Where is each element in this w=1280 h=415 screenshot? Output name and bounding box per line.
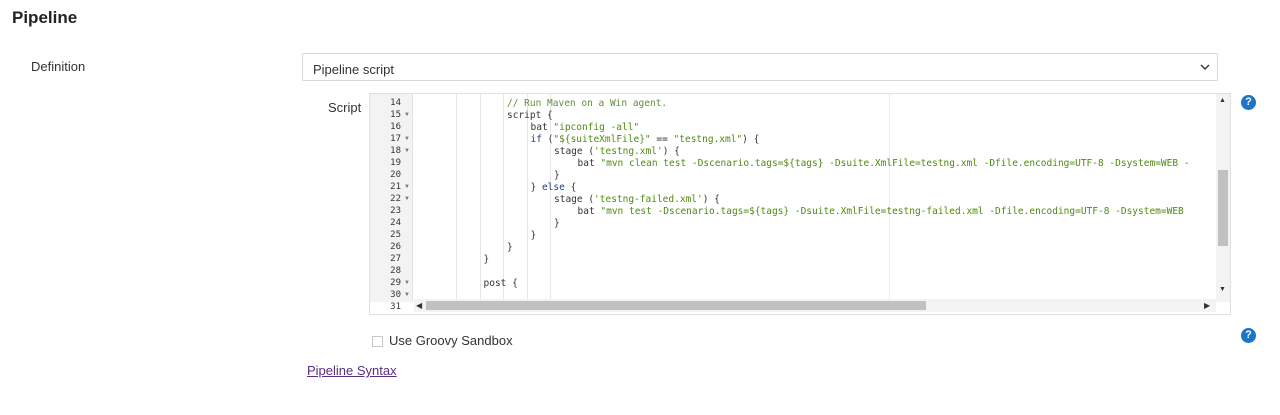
fold-toggle-icon[interactable]: ▼ bbox=[404, 112, 411, 119]
code-token: else bbox=[541, 182, 565, 193]
indent-guide bbox=[503, 94, 504, 302]
indent-guide bbox=[526, 94, 528, 302]
groovy-sandbox-label: Use Groovy Sandbox bbox=[389, 333, 513, 348]
code-line: } bbox=[531, 230, 537, 242]
code-line: } bbox=[554, 218, 560, 230]
definition-select-value: Pipeline script bbox=[313, 62, 394, 77]
scroll-down-icon[interactable]: ▼ bbox=[1219, 286, 1227, 294]
definition-select[interactable]: Pipeline script bbox=[302, 53, 1218, 81]
code-token: 'testng-failed.xml' bbox=[594, 194, 703, 205]
line-number: 30 bbox=[390, 290, 401, 300]
line-number: 14 bbox=[390, 98, 401, 108]
line-number: 25 bbox=[390, 230, 401, 240]
fold-toggle-icon[interactable]: ▼ bbox=[404, 196, 411, 203]
horizontal-scrollbar[interactable]: ◀ ▶ bbox=[414, 299, 1216, 312]
line-number: 19 bbox=[390, 158, 401, 168]
code-token: } bbox=[483, 254, 490, 265]
scroll-up-icon[interactable]: ▲ bbox=[1219, 97, 1227, 105]
vertical-scrollbar[interactable]: ▲ ▼ bbox=[1216, 94, 1230, 302]
code-token: "ipconfig -all" bbox=[553, 122, 640, 133]
line-number: 29 bbox=[390, 278, 401, 288]
code-token: ) { bbox=[662, 146, 680, 157]
line-number: 23 bbox=[390, 206, 401, 216]
code-token: == bbox=[650, 134, 674, 145]
code-line: bat "mvn test -Dscenario.tags=${tags} -D… bbox=[578, 206, 1184, 218]
horizontal-scroll-thumb[interactable] bbox=[426, 301, 926, 310]
definition-label: Definition bbox=[31, 59, 86, 74]
editor-code-area[interactable]: // Run Maven on a Win agent. script {bat … bbox=[414, 94, 1216, 302]
code-token: "mvn test -Dscenario.tags=${tags} -Dsuit… bbox=[600, 206, 1184, 217]
scroll-left-icon[interactable]: ◀ bbox=[416, 301, 422, 310]
line-number: 21 bbox=[390, 182, 401, 192]
code-token: { bbox=[564, 182, 577, 193]
code-line: script { bbox=[507, 110, 553, 122]
fold-toggle-icon[interactable]: ▼ bbox=[404, 292, 411, 299]
code-token: stage ( bbox=[554, 194, 595, 205]
print-margin bbox=[889, 94, 890, 302]
line-number: 20 bbox=[390, 170, 401, 180]
indent-guide bbox=[456, 94, 457, 302]
line-number: 15 bbox=[390, 110, 401, 120]
indent-guide bbox=[479, 94, 481, 302]
line-number: 27 bbox=[390, 254, 401, 264]
code-line: } else { bbox=[531, 182, 577, 194]
code-token: bat bbox=[577, 206, 601, 217]
fold-toggle-icon[interactable]: ▼ bbox=[404, 148, 411, 155]
code-line: // Run Maven on a Win agent. bbox=[507, 98, 667, 110]
sandbox-help-icon[interactable]: ? bbox=[1241, 328, 1256, 343]
code-line: stage ('testng.xml') { bbox=[554, 146, 680, 158]
line-number: 28 bbox=[390, 266, 401, 276]
code-token: } bbox=[554, 218, 560, 229]
code-token: script { bbox=[507, 110, 553, 121]
line-number: 17 bbox=[390, 134, 401, 144]
vertical-scroll-thumb[interactable] bbox=[1218, 170, 1228, 246]
code-line: if ("${suiteXmlFile}" == "testng.xml") { bbox=[531, 134, 760, 146]
line-number: 22 bbox=[390, 194, 401, 204]
script-editor[interactable]: 14 15 ▼ 16 17 ▼ 18 ▼ 19 20 21 ▼ 22 ▼ 23 24 25 26 27 28 29 ▼ 30… bbox=[369, 93, 1231, 315]
code-token: "mvn clean test -Dscenario.tags=${tags} … bbox=[600, 158, 1190, 169]
code-token: } bbox=[530, 182, 542, 193]
line-number: 26 bbox=[390, 242, 401, 252]
code-token: "testng.xml" bbox=[673, 134, 743, 145]
code-line: bat "mvn clean test -Dscenario.tags=${ta… bbox=[578, 158, 1190, 170]
code-line: post { bbox=[484, 278, 518, 290]
code-token: if bbox=[530, 134, 542, 145]
line-number: 24 bbox=[390, 218, 401, 228]
code-token: post { bbox=[483, 278, 518, 289]
script-help-icon[interactable]: ? bbox=[1241, 95, 1256, 110]
fold-toggle-icon[interactable]: ▼ bbox=[404, 280, 411, 287]
code-token: 'testng.xml' bbox=[594, 146, 663, 157]
pipeline-syntax-link[interactable]: Pipeline Syntax bbox=[307, 363, 397, 378]
code-token: bat bbox=[577, 158, 601, 169]
code-line: } bbox=[507, 242, 513, 254]
code-token: ) { bbox=[742, 134, 760, 145]
line-number: 16 bbox=[390, 122, 401, 132]
groovy-sandbox-checkbox[interactable] bbox=[372, 336, 383, 347]
code-token: ( bbox=[541, 134, 554, 145]
code-line: } bbox=[554, 170, 560, 182]
code-line: bat "ipconfig -all" bbox=[531, 122, 640, 134]
code-token: } bbox=[554, 170, 560, 181]
code-token: // Run Maven on a Win agent. bbox=[507, 98, 668, 109]
page-title: Pipeline bbox=[12, 8, 78, 27]
fold-toggle-icon[interactable]: ▼ bbox=[404, 184, 411, 191]
code-line: stage ('testng-failed.xml') { bbox=[554, 194, 720, 206]
code-token: "${suiteXmlFile}" bbox=[553, 134, 651, 145]
editor-gutter: 14 15 ▼ 16 17 ▼ 18 ▼ 19 20 21 ▼ 22 ▼ 23 24 25 26 27 28 29 ▼ 30… bbox=[370, 94, 413, 312]
chevron-down-icon bbox=[1200, 64, 1210, 70]
code-token: ) { bbox=[702, 194, 720, 205]
code-token: stage ( bbox=[554, 146, 595, 157]
line-number: 18 bbox=[390, 146, 401, 156]
code-line: } bbox=[484, 254, 490, 266]
code-token: } bbox=[507, 242, 513, 253]
code-token: bat bbox=[530, 122, 554, 133]
line-number: 31 bbox=[390, 302, 401, 312]
script-label: Script bbox=[328, 100, 362, 115]
scroll-right-icon[interactable]: ▶ bbox=[1204, 301, 1210, 310]
code-token: } bbox=[530, 230, 537, 241]
fold-toggle-icon[interactable]: ▼ bbox=[404, 136, 411, 143]
